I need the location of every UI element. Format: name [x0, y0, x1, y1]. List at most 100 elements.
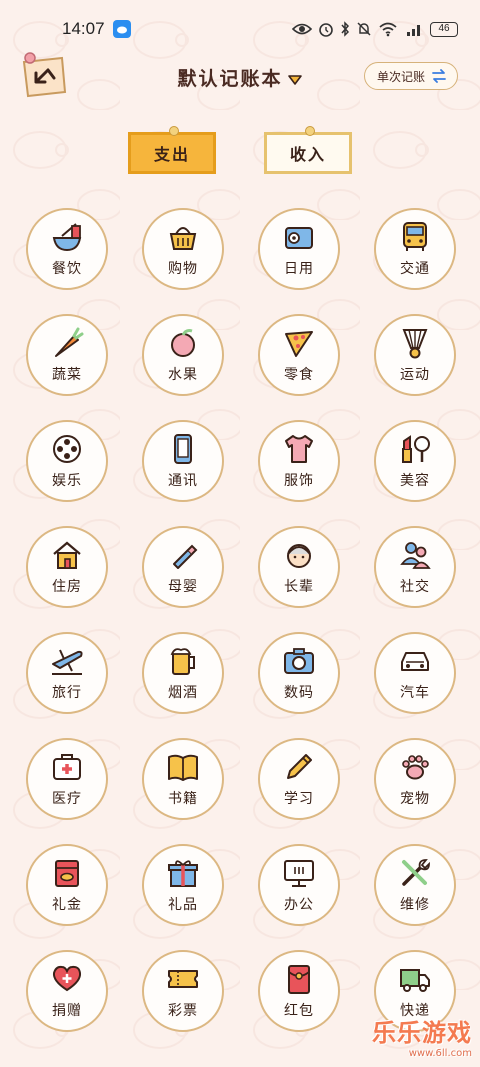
people-icon: [400, 542, 431, 569]
category-carrot[interactable]: 蔬菜: [26, 314, 108, 396]
car-icon: [401, 652, 429, 671]
gift-box-icon: [168, 860, 198, 887]
category-bowl[interactable]: 餐饮: [26, 208, 108, 290]
pencil-icon: [287, 754, 312, 779]
category-label: 服饰: [284, 473, 314, 489]
category-people[interactable]: 社交: [374, 526, 456, 608]
category-label: 数码: [284, 685, 314, 701]
category-donate-heart[interactable]: 捐赠: [26, 950, 108, 1032]
ledger-title: 默认记账本: [177, 68, 283, 90]
monitor-icon: [284, 860, 314, 887]
category-label: 学习: [284, 791, 314, 807]
house-icon: [53, 541, 81, 569]
film-reel-icon: [53, 435, 81, 463]
category-label: 运动: [400, 367, 430, 383]
category-ticket[interactable]: 彩票: [142, 950, 224, 1032]
category-baby-bottle[interactable]: 母婴: [142, 526, 224, 608]
category-monitor[interactable]: 办公: [258, 844, 340, 926]
bluetooth-icon: [341, 21, 350, 37]
category-lipstick[interactable]: 美容: [374, 420, 456, 502]
shirt-icon: [285, 435, 313, 463]
type-tabs: 支出 收入: [0, 126, 480, 188]
camera-icon: [284, 648, 314, 674]
header: 默认记账本 单次记账: [0, 50, 480, 110]
category-label: 捐赠: [52, 1003, 82, 1019]
carrot-icon: [55, 327, 84, 357]
category-label: 礼品: [168, 897, 198, 913]
category-camera[interactable]: 数码: [258, 632, 340, 714]
category-tools[interactable]: 维修: [374, 844, 456, 926]
category-film-reel[interactable]: 娱乐: [26, 420, 108, 502]
category-label: 住房: [52, 579, 82, 595]
category-pizza[interactable]: 零食: [258, 314, 340, 396]
single-entry-button[interactable]: 单次记账: [363, 62, 458, 90]
category-label: 红包: [284, 1003, 314, 1019]
alarm-icon: [319, 23, 333, 37]
category-phone[interactable]: 通讯: [142, 420, 224, 502]
baby-bottle-icon: [173, 544, 198, 569]
category-label: 交通: [400, 261, 430, 277]
category-label: 礼金: [52, 897, 82, 913]
cash-gift-icon: [55, 860, 79, 887]
category-label: 娱乐: [52, 473, 82, 489]
category-label: 美容: [400, 473, 430, 489]
bowl-icon: [52, 223, 82, 252]
watermark-url: www.6ll.com: [408, 1048, 472, 1059]
wifi-icon: [379, 22, 397, 37]
lipstick-icon: [402, 435, 430, 463]
category-label: 社交: [400, 579, 430, 595]
category-tissue[interactable]: 日用: [258, 208, 340, 290]
category-label: 长辈: [284, 579, 314, 595]
category-grandma[interactable]: 长辈: [258, 526, 340, 608]
category-medkit[interactable]: 医疗: [26, 738, 108, 820]
category-book[interactable]: 书籍: [142, 738, 224, 820]
category-red-envelope[interactable]: 红包: [258, 950, 340, 1032]
tab-income[interactable]: 收入: [264, 126, 352, 174]
category-cash-gift[interactable]: 礼金: [26, 844, 108, 926]
category-label: 宠物: [400, 791, 430, 807]
category-label: 通讯: [168, 473, 198, 489]
caret-down-icon: [287, 69, 303, 91]
category-shuttlecock[interactable]: 运动: [374, 314, 456, 396]
grandma-icon: [287, 544, 311, 568]
category-gift-box[interactable]: 礼品: [142, 844, 224, 926]
shuttlecock-icon: [402, 329, 428, 359]
tab-expense-label: 支出: [153, 145, 190, 164]
category-label: 彩票: [168, 1003, 198, 1019]
paw-icon: [402, 755, 429, 780]
category-label: 办公: [284, 897, 314, 913]
category-pencil[interactable]: 学习: [258, 738, 340, 820]
truck-icon: [400, 969, 430, 992]
category-peach[interactable]: 水果: [142, 314, 224, 396]
single-entry-label: 单次记账: [376, 69, 425, 84]
site-watermark: 乐乐游戏 www.6ll.com: [372, 1013, 472, 1059]
ticket-icon: [168, 970, 198, 988]
basket-icon: [169, 227, 197, 250]
category-bus[interactable]: 交通: [374, 208, 456, 290]
category-paw[interactable]: 宠物: [374, 738, 456, 820]
category-label: 购物: [168, 261, 198, 277]
category-shirt[interactable]: 服饰: [258, 420, 340, 502]
pin-icon: [305, 126, 315, 136]
battery-indicator: 46: [430, 21, 458, 37]
tab-expense[interactable]: 支出: [128, 126, 216, 174]
category-basket[interactable]: 购物: [142, 208, 224, 290]
category-label: 母婴: [168, 579, 198, 595]
category-label: 书籍: [168, 791, 198, 807]
category-house[interactable]: 住房: [26, 526, 108, 608]
category-label: 水果: [168, 367, 198, 383]
status-time: 14:07: [62, 19, 105, 38]
peach-icon: [171, 329, 195, 357]
bus-icon: [403, 222, 427, 251]
category-beer[interactable]: 烟酒: [142, 632, 224, 714]
category-label: 维修: [400, 897, 430, 913]
red-envelope-icon: [288, 965, 310, 994]
airplane-icon: [52, 649, 83, 675]
category-label: 医疗: [52, 791, 82, 807]
notification-app-icon: [112, 20, 131, 38]
tab-income-label: 收入: [289, 145, 326, 164]
category-car[interactable]: 汽车: [374, 632, 456, 714]
category-label: 日用: [284, 261, 314, 277]
category-airplane[interactable]: 旅行: [26, 632, 108, 714]
category-grid: 餐饮 购物 日用 交通蔬菜 水果 零食 运动娱乐 通讯 服饰 美容住房 母婴 长辈 社交旅行 烟酒 数码 汽车…: [26, 208, 456, 1032]
